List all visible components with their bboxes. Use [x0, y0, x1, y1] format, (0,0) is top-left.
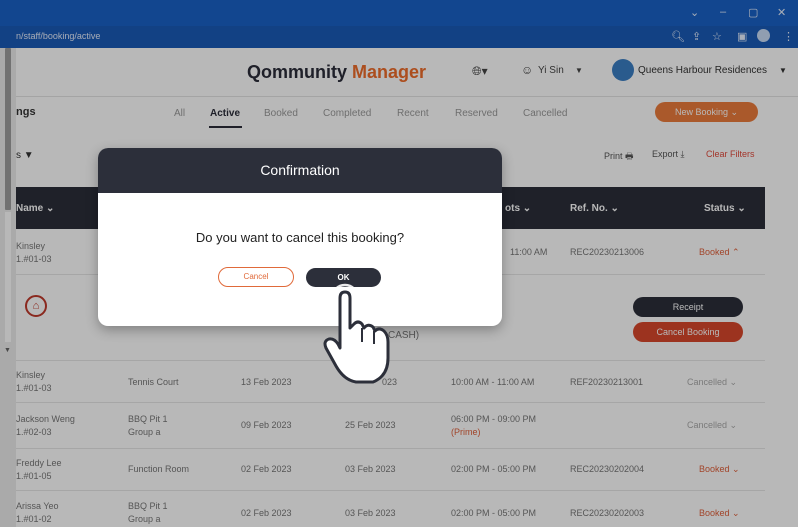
- dialog-cancel-button[interactable]: Cancel: [218, 267, 294, 287]
- dialog-message: Do you want to cancel this booking?: [195, 230, 405, 245]
- confirmation-dialog: Confirmation Do you want to cancel this …: [98, 148, 502, 326]
- pointer-hand-icon: [323, 283, 390, 384]
- dialog-title: Confirmation: [260, 162, 340, 178]
